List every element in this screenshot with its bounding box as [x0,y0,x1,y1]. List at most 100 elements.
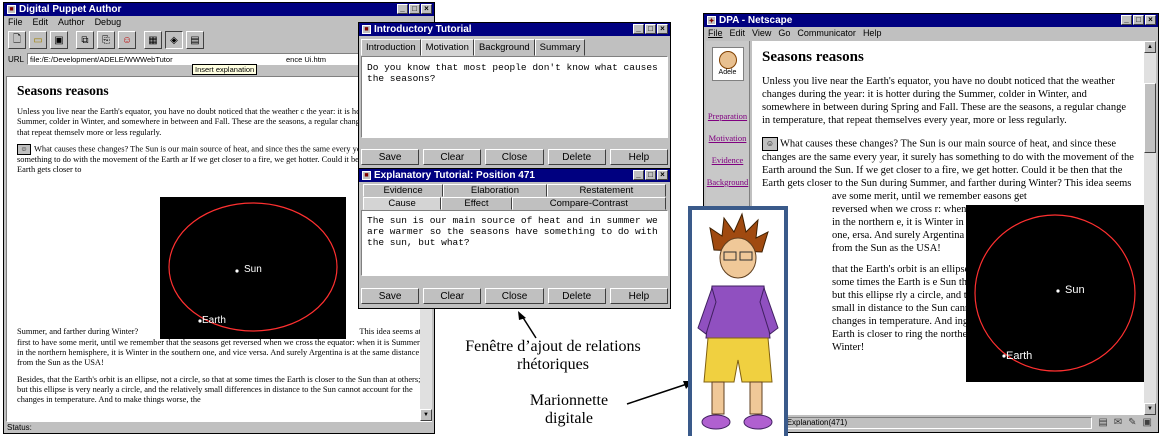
tab-elaboration[interactable]: Elaboration [443,184,547,197]
save-button[interactable]: Save [361,288,420,304]
maximize-button[interactable]: □ [645,24,656,34]
explanation-marker-icon[interactable]: ☺ [762,137,778,151]
minimize-button[interactable]: _ [397,4,408,14]
netscape-titlebar[interactable]: ✦ DPA - Netscape _ □ × [704,14,1158,27]
puppet-caption: Marionnette digitale [529,392,609,427]
explanation-marker-icon[interactable]: ☺ [17,143,31,155]
tab-cause[interactable]: Cause [363,197,442,210]
close-button[interactable]: Close [485,149,544,165]
earth-label: Earth [1006,350,1033,362]
scroll-up-arrow[interactable]: ▲ [1144,41,1156,53]
maximize-button[interactable]: □ [409,4,420,14]
explanatory-titlebar[interactable]: ■ Explanatory Tutorial: Position 471 _ □ × [359,169,670,182]
doc-paragraph-3: first to have some merit, until we remem… [17,337,420,368]
tab-effect[interactable]: Effect [441,197,512,210]
dpa-titlebar[interactable]: ■ Digital Puppet Author _ □ × [4,3,434,16]
menu-debug[interactable]: Debug [95,17,122,27]
clear-button[interactable]: Clear [423,288,482,304]
explanatory-textarea[interactable]: The sun is our main source of heat and i… [361,210,668,276]
intro-titlebar[interactable]: ■ Introductory Tutorial _ □ × [359,23,670,36]
close-button[interactable]: × [1145,15,1156,25]
nav-preparation[interactable]: Preparation [706,111,749,121]
dpa-status: Status: [7,423,32,432]
menu-file[interactable]: File [708,28,723,38]
minimize-button[interactable]: _ [1121,15,1132,25]
maximize-button[interactable]: □ [645,170,656,180]
mail-icon: ✉ [1113,417,1123,428]
netscape-icon: ✦ [707,16,716,25]
menu-help[interactable]: Help [863,28,882,38]
open-folder-icon[interactable]: ▭ [29,31,47,49]
nav-evidence[interactable]: Evidence [706,155,749,165]
clear-button[interactable]: Clear [423,149,482,165]
nav-motivation[interactable]: Motivation [706,133,749,143]
puppet-leg-right [749,381,763,415]
delete-button[interactable]: Delete [547,288,606,304]
puppet-icon[interactable]: ☺ [118,31,136,49]
tab-background[interactable]: Background [473,39,535,56]
insert-link-icon[interactable]: ▤ [186,31,204,49]
orbit-diagram-right: Sun Earth [966,205,1144,382]
composer-icon: ✎ [1128,417,1137,428]
menu-edit[interactable]: Edit [33,17,49,27]
menu-go[interactable]: Go [778,28,790,38]
app-icon: ■ [362,25,371,34]
doc-paragraph-1: Unless you live near the Earth's equator… [762,76,1126,126]
puppet-shoe-left [701,414,731,430]
doc-paragraph-2: What causes these changes? The Sun is ou… [17,144,412,175]
tab-compare-contrast[interactable]: Compare-Contrast [511,197,666,210]
doc-paragraph-4: Besides, that the Earth's orbit is an el… [17,374,421,405]
intro-tabs: Introduction Motivation Background Summa… [359,36,670,56]
doc-paragraph-3-mid: This idea seems at [359,327,421,337]
save-icon[interactable]: ▣ [50,31,68,49]
menu-file[interactable]: File [8,17,23,27]
help-button[interactable]: Help [609,149,669,165]
close-button[interactable]: × [657,170,668,180]
tab-restatement[interactable]: Restatement [546,184,666,197]
maximize-button[interactable]: □ [1133,15,1144,25]
menu-view[interactable]: View [752,28,771,38]
menu-communicator[interactable]: Communicator [797,28,856,38]
close-button[interactable]: × [657,24,668,34]
paste-icon[interactable]: ⎘ [97,31,115,49]
netscape-scrollbar[interactable]: ▲ ▼ [1144,41,1156,415]
minimize-button[interactable]: _ [633,170,644,180]
caption-arrow [518,311,537,339]
insert-explanation-tooltip: Insert explanation [192,64,258,75]
insert-relation-icon[interactable]: ▦ [144,31,162,49]
delete-button[interactable]: Delete [547,149,606,165]
dpa-title: Digital Puppet Author [19,4,122,15]
nav-background[interactable]: Background [706,177,749,187]
tab-summary[interactable]: Summary [534,39,586,56]
intro-textarea[interactable]: Do you know that most people don't know … [361,56,668,138]
save-button[interactable]: Save [361,149,420,165]
tab-introduction[interactable]: Introduction [361,39,421,56]
app-icon: ■ [7,5,16,14]
component-bar-icon: ▣ [1142,417,1152,428]
sun-dot [1056,289,1060,293]
puppet-face [719,237,757,279]
url-label: URL [8,54,25,64]
puppet-shorts [703,337,773,383]
new-file-icon[interactable]: 🗋 [8,31,26,49]
close-button[interactable]: × [421,4,432,14]
orbit-ellipse [974,214,1136,372]
insert-explanation-icon[interactable]: ◈ [165,31,183,49]
tab-evidence[interactable]: Evidence [363,184,444,197]
close-button[interactable]: Close [485,288,544,304]
scroll-down-arrow[interactable]: ▼ [1144,403,1156,415]
doc-title: Seasons reasons [762,49,864,65]
puppet-shoe-right [743,414,773,430]
minimize-button[interactable]: _ [633,24,644,34]
menu-edit[interactable]: Edit [730,28,746,38]
scroll-thumb[interactable] [1144,83,1156,153]
scroll-down-arrow[interactable]: ▼ [420,409,432,421]
copy-icon[interactable]: ⧉ [76,31,94,49]
doc-paragraph-2: What causes these changes? The Sun is ou… [762,138,1134,189]
menu-author[interactable]: Author [58,17,85,27]
tab-motivation[interactable]: Motivation [420,39,474,56]
help-button[interactable]: Help [609,288,669,304]
sun-label: Sun [1065,284,1085,296]
window-caption: Fenêtre d’ajout de relations rhétoriques [465,338,641,373]
earth-label: Earth [202,315,226,326]
